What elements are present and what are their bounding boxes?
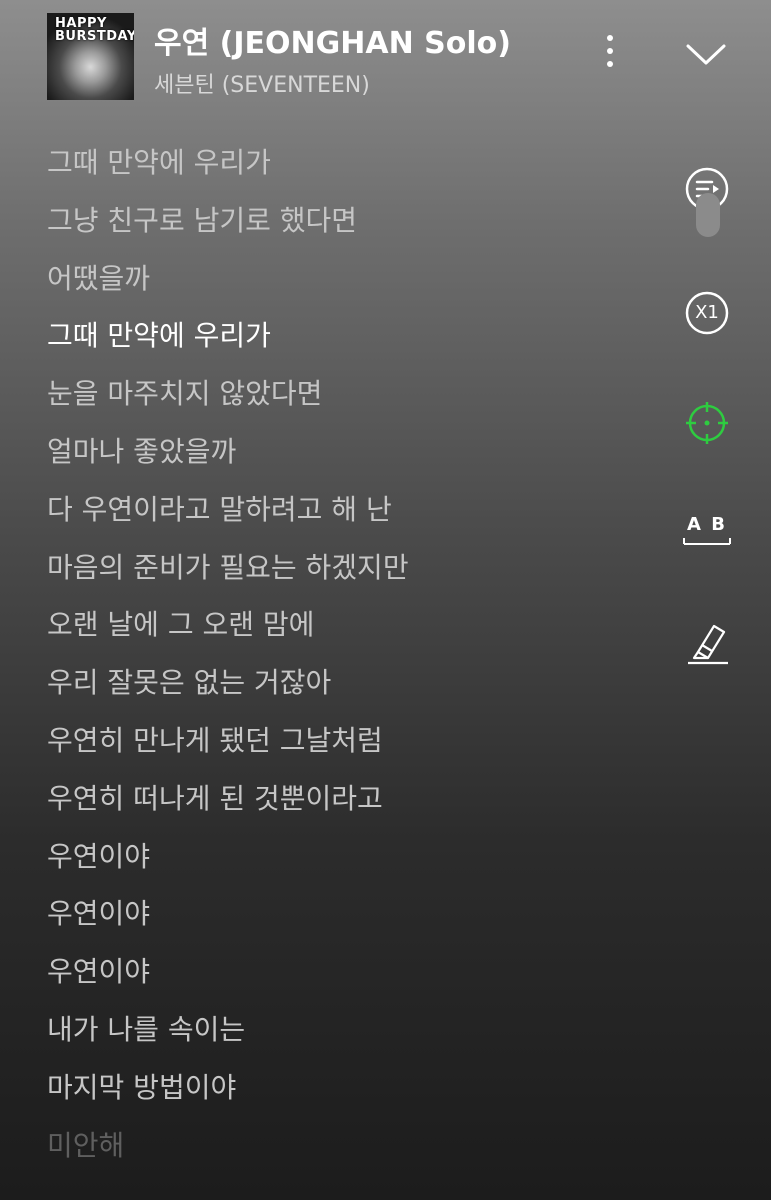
more-vertical-icon [607,35,613,67]
lyric-line[interactable]: 우연이야 [47,889,647,947]
collapse-button[interactable] [684,36,728,72]
lyrics-scroll-handle[interactable] [696,193,720,237]
lyric-line[interactable]: 어땠을까 [47,254,647,312]
lyric-line[interactable]: 내가 나를 속이는 [47,1005,647,1063]
speed-button[interactable]: X1 [684,290,730,336]
highlight-button[interactable] [684,618,732,666]
translate-button[interactable]: A B [682,512,732,552]
lyric-line[interactable]: 우리 잘못은 없는 거잖아 [47,658,647,716]
song-title: 우연 (JEONGHAN Solo) [154,26,511,61]
lyric-line[interactable]: 눈을 마주치지 않았다면 [47,369,647,427]
sync-lyrics-button[interactable] [684,400,730,446]
album-art[interactable]: HAPPY BURSTDAY [47,13,134,100]
lyric-line[interactable]: 얼마나 좋았을까 [47,427,647,485]
chevron-down-icon [686,44,726,65]
more-options-button[interactable] [596,30,624,74]
lyric-line[interactable]: 미안해 [47,1121,647,1179]
lyric-line[interactable]: 우연히 떠나게 된 것뿐이라고 [47,774,647,832]
lyric-line[interactable]: 마음의 준비가 필요는 하겠지만 [47,543,647,601]
artist-name[interactable]: 세븐틴 (SEVENTEEN) [154,67,370,99]
lyrics-list[interactable]: 그때 만약에 우리가 그냥 친구로 남기로 했다면 어땠을까 그때 만약에 우리… [47,138,647,1178]
lyric-line[interactable]: 그때 만약에 우리가 [47,138,647,196]
player-header: HAPPY BURSTDAY 우연 (JEONGHAN Solo) 세븐틴 (S… [0,0,771,110]
album-art-text: HAPPY BURSTDAY [55,16,134,44]
lyric-line[interactable]: 마지막 방법이야 [47,1063,647,1121]
lyric-line[interactable]: 우연이야 [47,832,647,890]
crosshair-icon [686,402,728,444]
lyric-line[interactable]: 우연히 만나게 됐던 그날처럼 [47,716,647,774]
lyric-line[interactable]: 우연이야 [47,947,647,1005]
speed-label: X1 [695,302,719,323]
lyric-line-current[interactable]: 그때 만약에 우리가 [47,311,647,369]
lyric-line[interactable]: 그냥 친구로 남기로 했다면 [47,196,647,254]
lyric-line[interactable]: 다 우연이라고 말하려고 해 난 [47,485,647,543]
underline-icon [683,538,731,545]
lyric-line[interactable]: 오랜 날에 그 오랜 맘에 [47,600,647,658]
highlighter-icon [688,624,728,665]
